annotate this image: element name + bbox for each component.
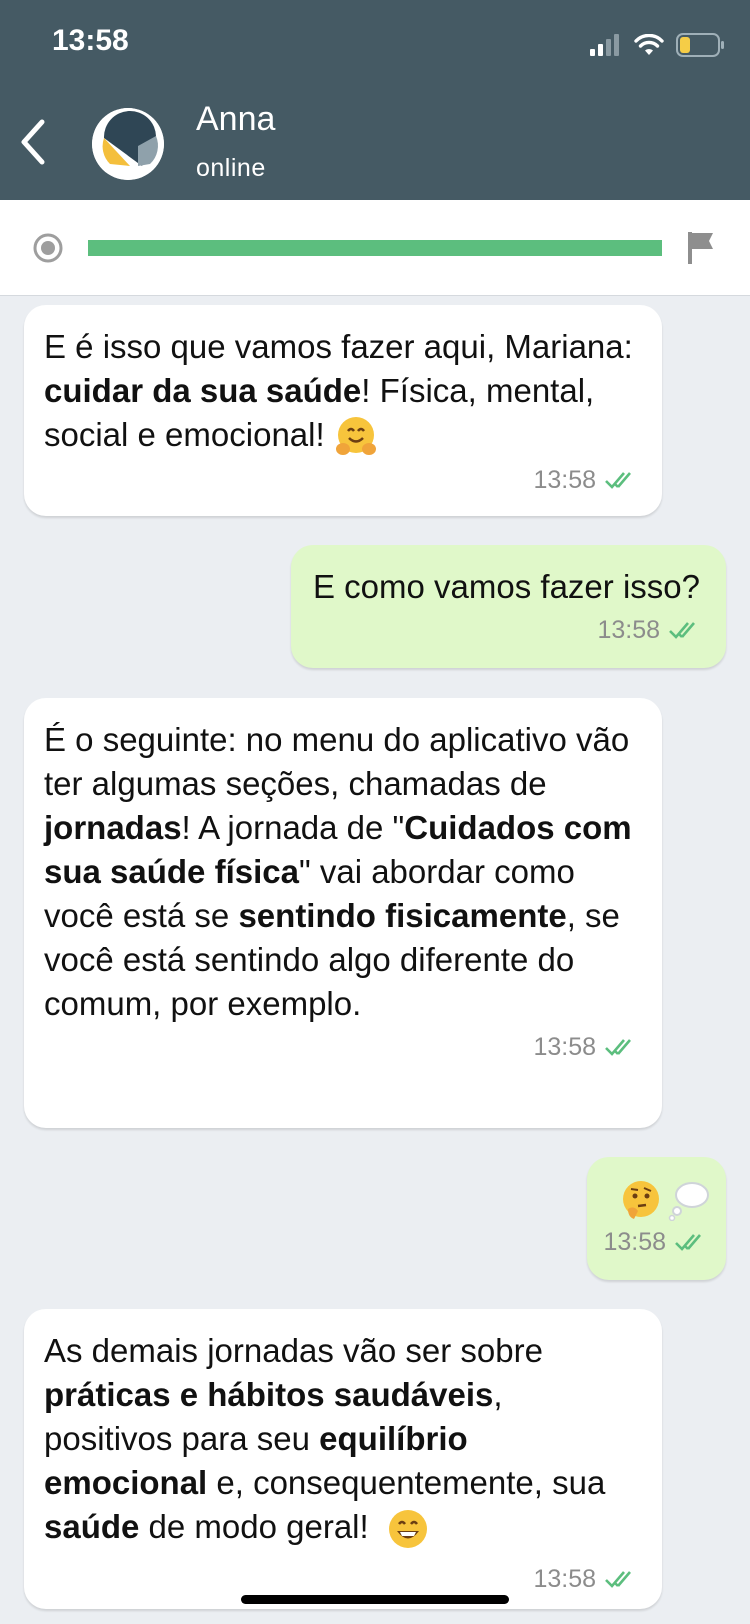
- grinning-face-emoji-icon: [389, 1510, 428, 1549]
- progress-start-icon: [33, 233, 63, 263]
- read-ticks-icon: [605, 1039, 631, 1056]
- message-meta: 13:58: [44, 465, 640, 495]
- message-bubble-incoming[interactable]: As demais jornadas vão ser sobre prática…: [24, 1309, 662, 1609]
- message-text: As demais jornadas vão ser sobre prática…: [44, 1329, 640, 1550]
- contact-avatar[interactable]: [92, 108, 164, 180]
- message-bubble-outgoing[interactable]: 13:58: [587, 1157, 726, 1280]
- thought-balloon-emoji-icon: [668, 1182, 709, 1221]
- thinking-face-emoji-icon: [623, 1181, 659, 1219]
- message-text: E como vamos fazer isso?: [313, 568, 700, 605]
- message-meta: 13:58: [44, 1564, 640, 1594]
- cellular-signal-icon: [590, 34, 619, 56]
- chat-header: 13:58 Anna online: [0, 0, 750, 200]
- read-ticks-icon: [605, 1571, 631, 1589]
- message-bubble-incoming[interactable]: E é isso que vamos fazer aqui, Mariana: …: [24, 305, 662, 516]
- hugging-face-emoji-icon: [335, 417, 376, 456]
- progress-fill: [88, 240, 662, 256]
- message-meta: 13:58: [603, 1227, 710, 1257]
- flag-icon[interactable]: [686, 230, 716, 266]
- message-meta: 13:58: [44, 1032, 640, 1062]
- home-indicator[interactable]: [241, 1595, 509, 1604]
- message-bubble-incoming[interactable]: É o seguinte: no menu do aplicativo vão …: [24, 698, 662, 1128]
- wifi-icon: [634, 34, 664, 55]
- message-time: 13:58: [597, 616, 660, 644]
- message-time: 13:58: [533, 1033, 596, 1061]
- message-text: E é isso que vamos fazer aqui, Mariana: …: [44, 325, 640, 459]
- read-ticks-icon: [675, 1234, 701, 1251]
- progress-track: [88, 240, 662, 256]
- message-time: 13:58: [533, 466, 596, 495]
- message-meta: 13:58: [313, 615, 704, 645]
- read-ticks-icon: [669, 622, 695, 639]
- emoji-row: [603, 1179, 710, 1221]
- message-text: É o seguinte: no menu do aplicativo vão …: [44, 721, 632, 1022]
- message-bubble-outgoing[interactable]: E como vamos fazer isso? 13:58: [291, 545, 726, 668]
- status-bar-time: 13:58: [52, 24, 129, 57]
- message-time: 13:58: [603, 1228, 666, 1256]
- contact-name: Anna: [196, 100, 276, 138]
- message-time: 13:58: [533, 1565, 596, 1594]
- contact-status: online: [196, 154, 266, 182]
- anna-logo-icon: [92, 108, 164, 180]
- status-bar-icons: [590, 32, 724, 58]
- battery-icon: [676, 33, 724, 57]
- back-chevron-icon[interactable]: [14, 112, 54, 172]
- read-ticks-icon: [605, 472, 631, 490]
